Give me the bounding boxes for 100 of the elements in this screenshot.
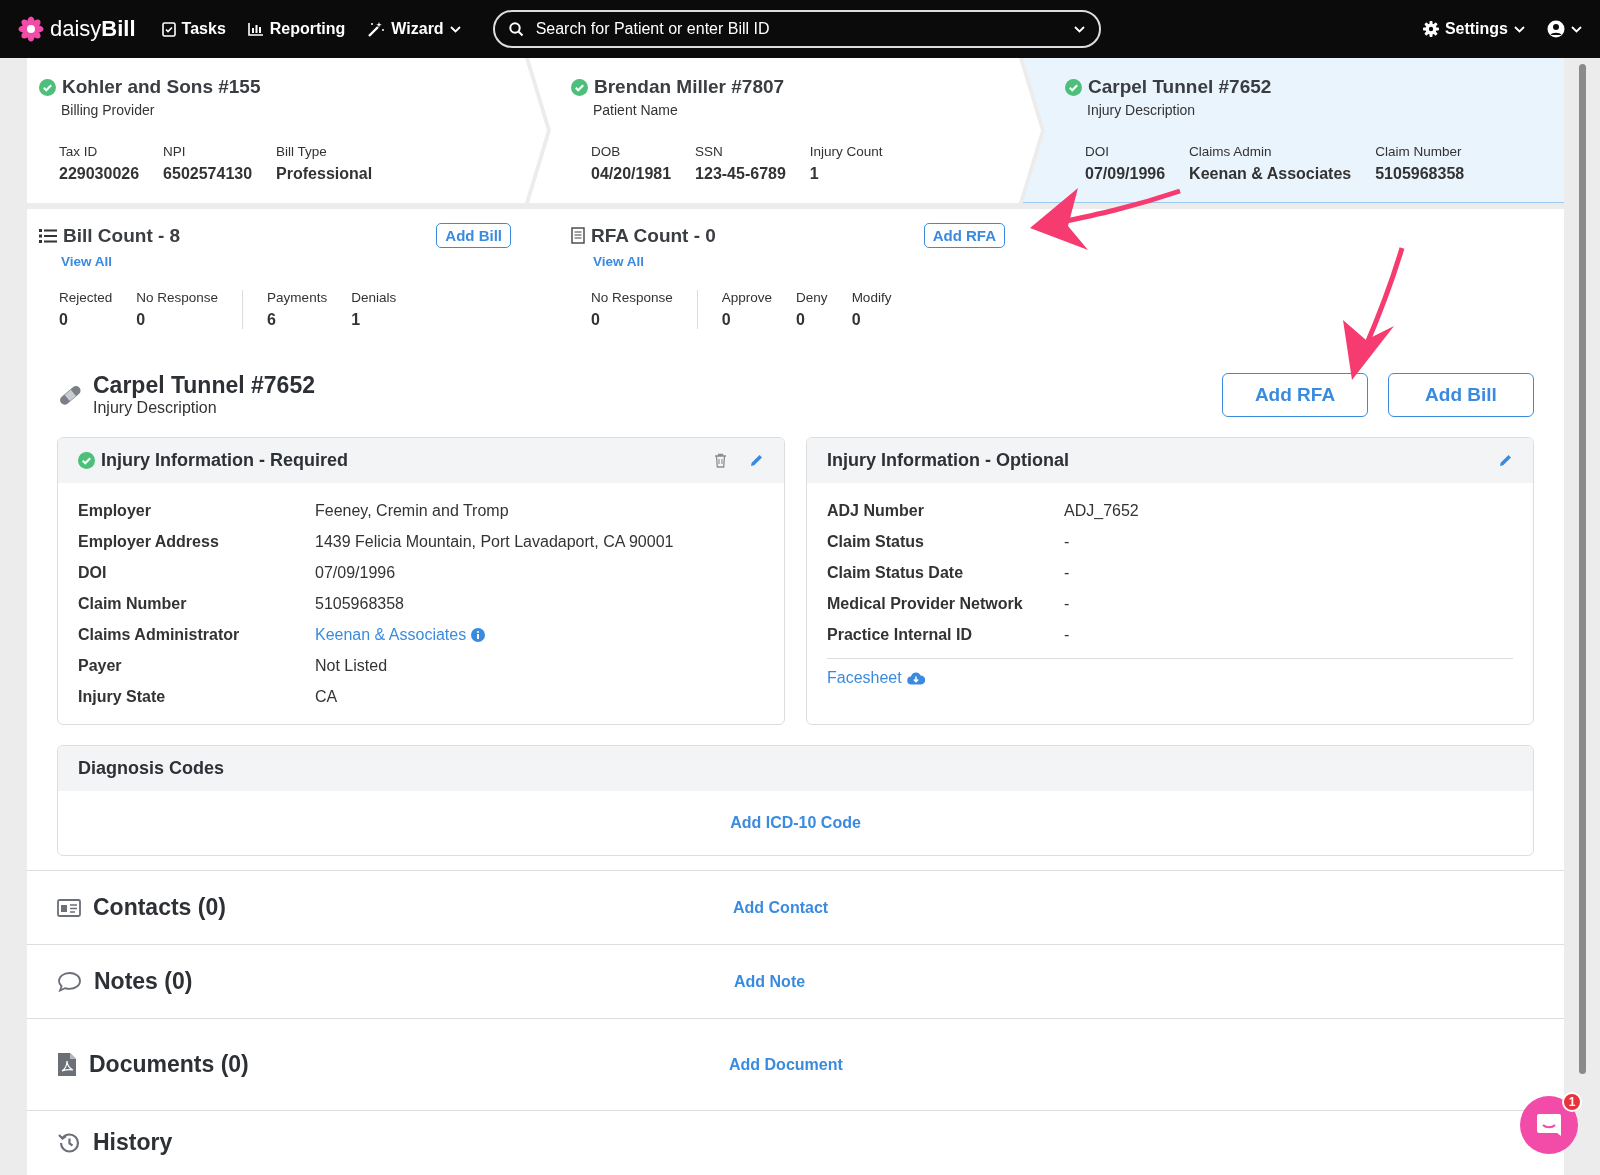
speech-bubble-icon [57, 971, 82, 992]
search-bar[interactable]: Search for Patient or enter Bill ID [492, 10, 1101, 48]
field-label: Claim Number [1375, 144, 1463, 159]
summary-card[interactable]: Brendan Miller #7807 Patient Name DOB 04/20/1981 SSN 123-45-6789 Injury Count 1 [529, 58, 1041, 203]
field-value: 1 [809, 165, 820, 183]
stat-label: Payments [267, 290, 328, 305]
card-subtitle: Billing Provider [61, 102, 156, 118]
injury-subtitle: Injury Description [93, 399, 218, 417]
info-label: Practice Internal ID [827, 625, 973, 644]
info-value: - [1064, 563, 1071, 582]
field-label: NPI [163, 144, 187, 159]
pencil-icon[interactable] [1498, 453, 1513, 468]
magic-wand-icon [367, 21, 386, 37]
panel-title: Injury Information - Required [101, 450, 349, 471]
stat-value: 0 [721, 311, 732, 329]
info-value: CA [315, 687, 339, 706]
stat-label: Modify [851, 290, 892, 305]
user-menu[interactable] [1547, 20, 1582, 38]
info-label: Injury State [78, 687, 167, 706]
add-button[interactable]: Add RFA [923, 223, 1005, 248]
list-icon [39, 228, 57, 243]
stat-label: Approve [721, 290, 773, 305]
injury-title: Carpel Tunnel #7652 [93, 372, 316, 399]
card-title: Kohler and Sons #155 [62, 76, 261, 98]
add-link[interactable]: Add Note [734, 972, 806, 991]
caret-icon [1073, 25, 1085, 33]
field-value: Professional [276, 165, 373, 183]
history-icon [57, 1130, 81, 1155]
bar-chart-icon [247, 22, 264, 36]
summary-card[interactable]: Kohler and Sons #155 Billing Provider Tax ID 229030026 NPI 6502574130 Bill Type Professional [27, 58, 547, 203]
view-all-link[interactable]: View All [593, 254, 645, 269]
stat-value: 6 [267, 311, 277, 329]
card-subtitle: Patient Name [593, 102, 679, 118]
section-title: History [93, 1129, 174, 1156]
stat-value: 1 [351, 311, 362, 329]
logo-text[interactable]: daisyBill [50, 16, 136, 42]
info-value: Not Listed [315, 656, 389, 675]
stat-label: No Response [591, 290, 673, 305]
caret-icon [1514, 25, 1525, 33]
stat-value: 0 [591, 311, 601, 329]
add-link[interactable]: Add Document [729, 1055, 843, 1074]
field-label: Claims Admin [1189, 144, 1273, 159]
field-label: Bill Type [276, 144, 328, 159]
card-title: RFA Count - 0 [591, 224, 716, 247]
scrollbar[interactable] [1578, 64, 1586, 1074]
info-label: Employer [78, 501, 152, 520]
trash-icon[interactable] [714, 453, 727, 468]
info-value: Feeney, Cremin and Tromp [315, 501, 510, 520]
stat-label: Denials [351, 290, 397, 305]
add-button[interactable]: Add Bill [436, 223, 511, 248]
info-value: - [1064, 594, 1071, 613]
pdf-file-icon [57, 1052, 77, 1077]
add-button[interactable]: Add Bill [1388, 372, 1534, 417]
add-link[interactable]: Add Contact [733, 898, 829, 917]
info-value: 07/09/1996 [315, 563, 397, 582]
chat-icon [1535, 1112, 1563, 1138]
info-label: Employer Address [78, 532, 220, 551]
stat-value: 0 [796, 311, 806, 329]
stat-value: 0 [851, 311, 862, 329]
stat-label: Deny [796, 290, 828, 305]
info-value: - [1064, 532, 1071, 551]
nav-link[interactable]: Reporting [247, 20, 346, 38]
pencil-icon[interactable] [749, 453, 764, 468]
field-label: SSN [695, 144, 724, 159]
section-title: Contacts (0) [93, 894, 227, 921]
panel-title: Injury Information - Optional [827, 450, 1070, 471]
nav-link[interactable]: Tasks [161, 20, 226, 38]
gear-icon [1422, 21, 1439, 37]
stat-value: 0 [136, 311, 147, 329]
info-link[interactable]: Keenan & Associates [315, 625, 764, 644]
add-code-link[interactable]: Add ICD-10 Code [730, 814, 861, 832]
flower-logo-icon [18, 16, 44, 42]
section-title: Notes (0) [94, 968, 194, 995]
user-avatar-icon [1547, 20, 1565, 38]
stat-label: No Response [136, 290, 219, 305]
field-label: Tax ID [59, 144, 99, 159]
field-value: 6502574130 [163, 165, 253, 183]
info-icon [471, 627, 486, 642]
add-button[interactable]: Add RFA [1222, 372, 1368, 417]
field-label: Injury Count [809, 144, 883, 159]
panel-title: Diagnosis Codes [78, 758, 226, 779]
field-value: 07/09/1996 [1085, 165, 1166, 183]
field-label: DOI [1085, 144, 1110, 159]
info-label: Claim Status Date [827, 563, 965, 582]
info-label: DOI [78, 563, 108, 582]
settings-menu[interactable]: Settings [1422, 20, 1525, 38]
info-label: Claim Number [78, 594, 188, 613]
nav-link[interactable]: Wizard [367, 20, 461, 38]
search-field[interactable]: Search for Patient or enter Bill ID [533, 19, 1064, 39]
field-label: DOB [591, 144, 622, 159]
document-icon [571, 227, 585, 244]
card-title: Brendan Miller #7807 [594, 76, 785, 98]
field-value: 229030026 [59, 165, 140, 183]
view-all-link[interactable]: View All [61, 254, 113, 269]
info-value: ADJ_7652 [1064, 501, 1140, 520]
field-value: 04/20/1981 [591, 165, 672, 183]
id-card-icon [57, 898, 81, 917]
summary-card[interactable]: Carpel Tunnel #7652 Injury Description DOI 07/09/1996 Claims Admin Keenan & Associates Claim Number 5105968358 [1023, 58, 1564, 203]
field-value: Keenan & Associates [1189, 165, 1352, 183]
facesheet-link[interactable]: Facesheet [827, 669, 925, 687]
